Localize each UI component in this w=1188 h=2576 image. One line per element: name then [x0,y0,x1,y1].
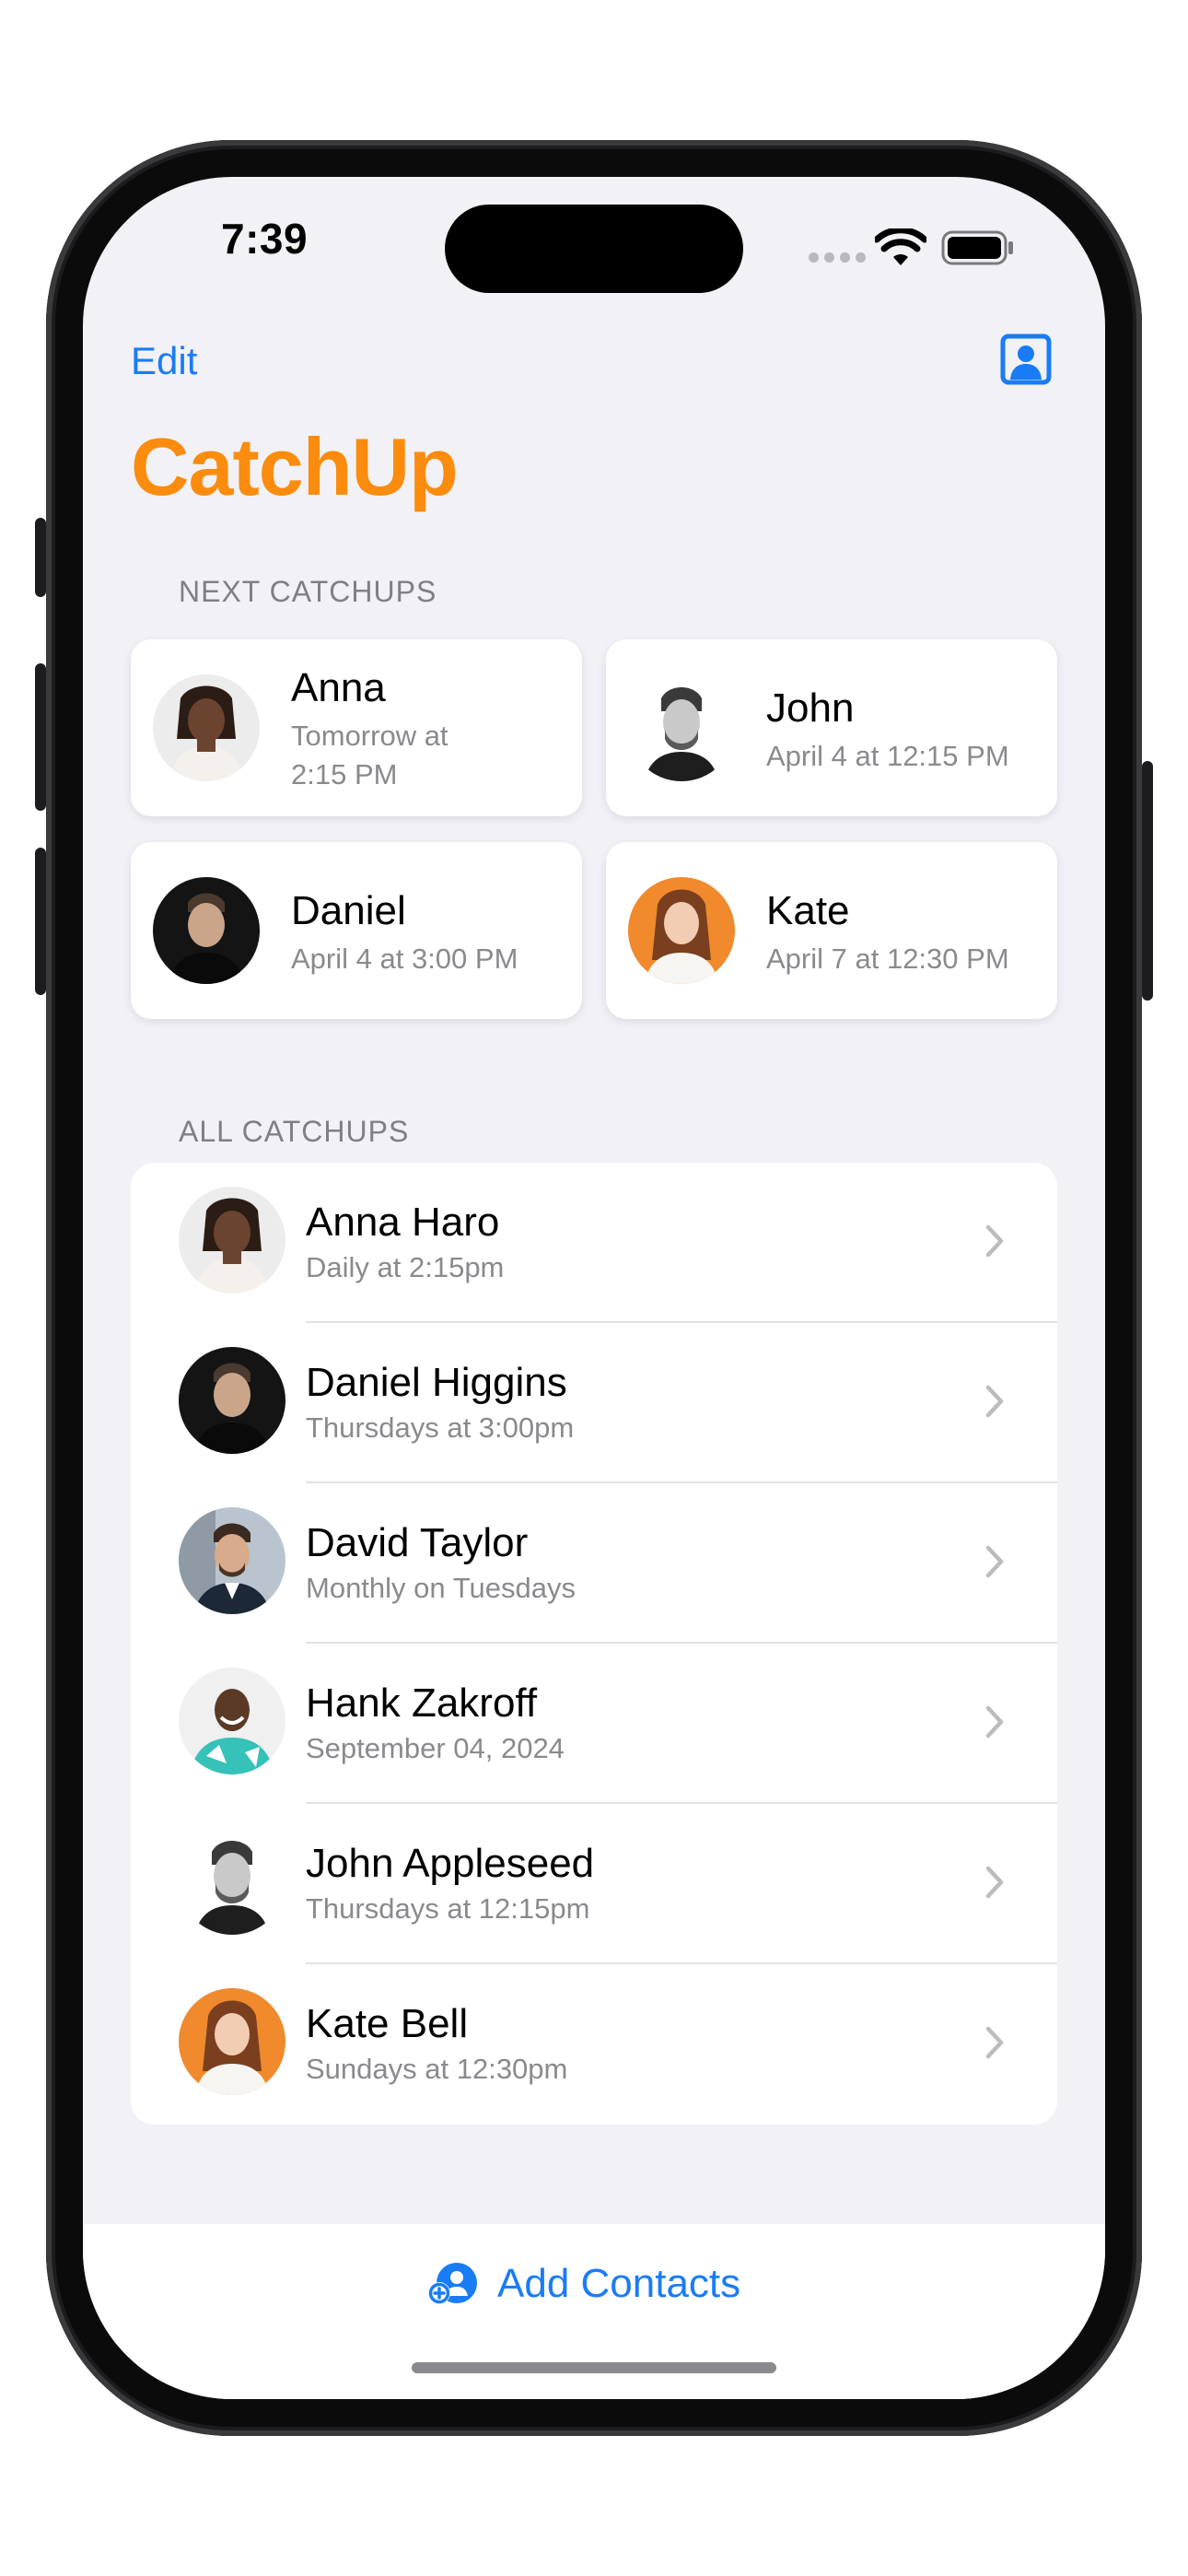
card-time: April 4 at 3:00 PM [291,943,518,975]
list-item-daniel-higgins[interactable]: Daniel Higgins Thursdays at 3:00pm [131,1323,1057,1483]
card-name: Kate [766,888,850,933]
next-catchup-card-anna[interactable]: Anna Tomorrow at 2:15 PM [131,639,582,816]
list-item-john-appleseed[interactable]: John Appleseed Thursdays at 12:15pm [131,1804,1057,1964]
avatar [179,1668,285,1774]
avatar [179,1187,285,1294]
row-name: Anna Haro [306,1200,500,1245]
row-name: John Appleseed [306,1841,595,1886]
next-catchup-card-daniel[interactable]: Daniel April 4 at 3:00 PM [131,842,582,1019]
row-name: Hank Zakroff [306,1680,538,1726]
card-time: April 4 at 12:15 PM [766,740,1009,772]
card-time-line2: 2:15 PM [291,758,398,790]
add-contacts-label: Add Contacts [497,2261,741,2306]
avatar [179,1988,285,2095]
volume-down-button [35,848,46,995]
row-name: David Taylor [306,1520,529,1565]
card-name: Anna [291,665,386,710]
chevron-right-icon [985,2026,1004,2059]
edit-button[interactable]: Edit [131,339,197,383]
status-time: 7:39 [221,215,309,263]
home-indicator[interactable] [412,2362,776,2373]
row-schedule: Daily at 2:15pm [306,1251,505,1283]
list-item-hank-zakroff[interactable]: Hank Zakroff September 04, 2024 [131,1644,1057,1804]
row-name: Kate Bell [306,2001,469,2046]
row-schedule: Thursdays at 12:15pm [306,1892,590,1925]
avatar [153,877,260,984]
battery-icon [941,230,1013,265]
person-square-icon[interactable] [1000,334,1052,385]
add-contacts-button[interactable]: Add Contacts [427,2261,740,2307]
volume-up-button [35,663,46,811]
card-name: John [766,685,855,731]
avatar [153,674,260,781]
avatar [179,1828,285,1935]
list-item-david-taylor[interactable]: David Taylor Monthly on Tuesdays [131,1483,1057,1644]
app-title: CatchUp [131,421,459,512]
phone-screen: 7:39 Edit CatchUp NEXT CATCHUPS Anna Tom… [83,177,1105,2399]
list-item-anna-haro[interactable]: Anna Haro Daily at 2:15pm [131,1163,1057,1323]
next-catchup-card-kate[interactable]: Kate April 7 at 12:30 PM [606,842,1057,1019]
row-schedule: Thursdays at 3:00pm [306,1411,575,1444]
chevron-right-icon [985,1705,1004,1739]
dynamic-island [445,205,743,293]
row-schedule: Sundays at 12:30pm [306,2053,568,2085]
next-catchup-card-john[interactable]: John April 4 at 12:15 PM [606,639,1057,816]
all-catchups-header: ALL CATCHUPS [179,1115,410,1148]
avatar [628,877,735,984]
list-item-kate-bell[interactable]: Kate Bell Sundays at 12:30pm [131,1964,1057,2125]
all-catchups-list: Anna Haro Daily at 2:15pm Daniel Higgins… [131,1163,1057,2125]
signal-dots-icon [809,252,866,263]
chevron-right-icon [985,1545,1004,1578]
action-button [35,518,46,597]
wifi-icon [875,228,926,265]
avatar [179,1347,285,1454]
avatar [179,1507,285,1614]
row-schedule: Monthly on Tuesdays [306,1572,576,1604]
row-schedule: September 04, 2024 [306,1732,565,1764]
row-name: Daniel Higgins [306,1360,567,1405]
chevron-right-icon [985,1385,1004,1418]
chevron-right-icon [985,1866,1004,1899]
chevron-right-icon [985,1224,1004,1258]
card-name: Daniel [291,888,406,933]
next-catchups-header: NEXT CATCHUPS [179,575,437,608]
power-button [1142,761,1153,1001]
card-time: Tomorrow at [291,720,448,752]
person-add-icon [428,2263,477,2304]
card-time: April 7 at 12:30 PM [766,943,1009,975]
avatar [628,674,735,781]
